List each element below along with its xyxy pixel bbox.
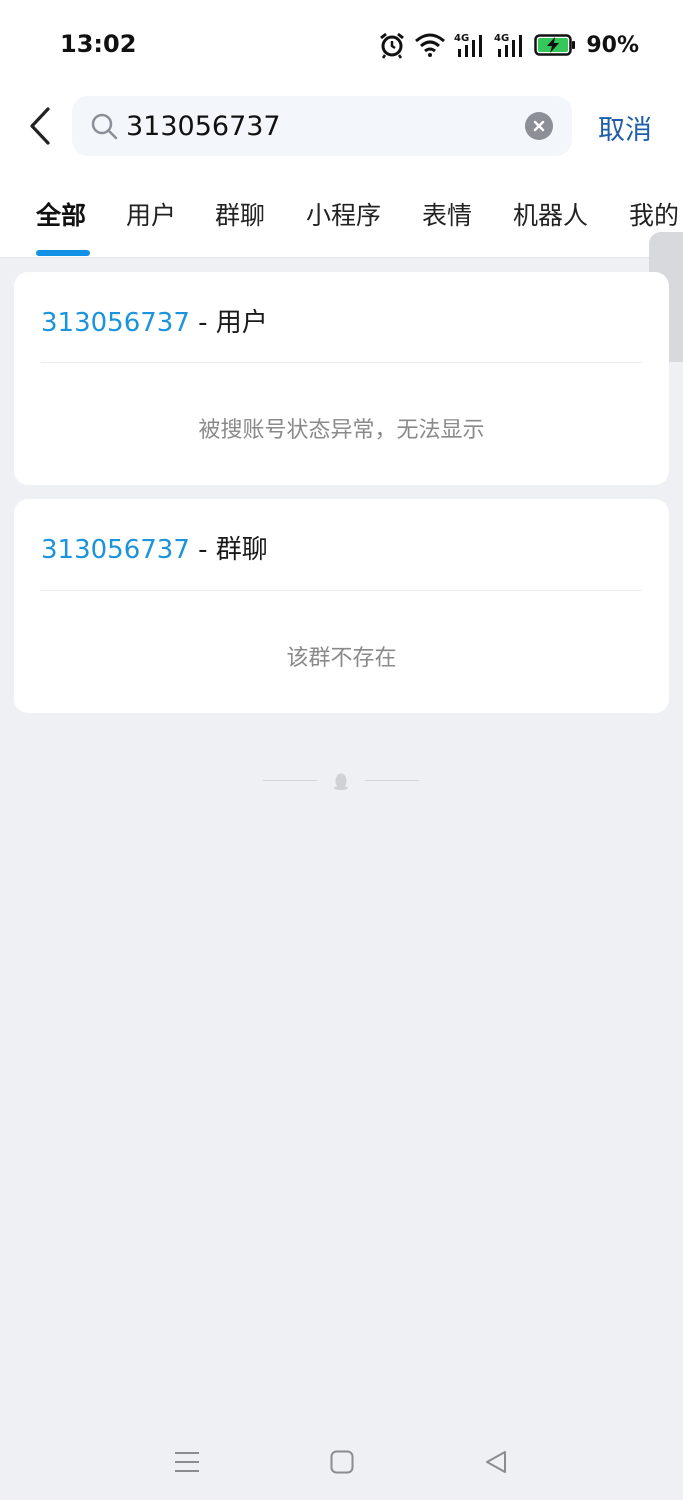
battery-percentage: 90% — [586, 32, 639, 58]
tab-mine[interactable]: 我的 — [629, 196, 679, 232]
back-button[interactable] — [20, 100, 60, 152]
status-icons: 4G 4G 90% — [378, 28, 639, 62]
signal-4g-icon: 4G — [454, 33, 483, 57]
category-tabs: 全部 用户 群聊 小程序 表情 机器人 我的 — [0, 196, 683, 240]
square-icon — [330, 1450, 354, 1474]
result-card-user: 313056737 - 用户 被搜账号状态异常，无法显示 — [14, 272, 669, 485]
triangle-back-icon — [486, 1451, 506, 1473]
home-button[interactable] — [322, 1442, 362, 1482]
svg-text:4G: 4G — [454, 33, 469, 44]
penguin-icon — [334, 773, 348, 790]
search-box[interactable] — [72, 96, 572, 156]
system-navigation-bar — [0, 1420, 683, 1500]
result-type: - 用户 — [189, 308, 268, 338]
battery-charging-icon — [534, 34, 576, 56]
chevron-left-icon — [30, 107, 50, 145]
alarm-icon — [380, 32, 405, 59]
result-id: 313056737 — [41, 308, 190, 338]
end-of-list-mark — [263, 770, 419, 792]
card-divider — [41, 590, 642, 591]
result-status-message: 该群不存在 — [286, 646, 397, 671]
result-header[interactable]: 313056737 - 群聊 — [41, 529, 268, 566]
tab-robots[interactable]: 机器人 — [513, 196, 588, 232]
tab-stickers[interactable]: 表情 — [422, 196, 472, 232]
close-icon — [533, 120, 545, 132]
tab-mini-programs[interactable]: 小程序 — [306, 196, 381, 232]
search-icon — [91, 113, 118, 140]
svg-text:4G: 4G — [494, 33, 509, 44]
card-divider — [41, 362, 642, 363]
signal-4g-icon: 4G — [494, 33, 523, 57]
status-bar: 13:02 4G 4G 90% — [0, 0, 683, 90]
result-type: - 群聊 — [189, 535, 268, 565]
status-time: 13:02 — [60, 30, 137, 58]
recent-apps-button[interactable] — [167, 1442, 207, 1482]
result-header[interactable]: 313056737 - 用户 — [41, 302, 268, 339]
back-nav-button[interactable] — [476, 1442, 516, 1482]
clear-search-button[interactable] — [525, 112, 553, 140]
result-status-message: 被搜账号状态异常，无法显示 — [198, 418, 485, 443]
result-card-group: 313056737 - 群聊 该群不存在 — [14, 499, 669, 713]
result-id: 313056737 — [41, 535, 190, 565]
tab-all[interactable]: 全部 — [36, 196, 86, 232]
search-input[interactable] — [126, 104, 516, 148]
tab-users[interactable]: 用户 — [126, 196, 176, 232]
cancel-button[interactable]: 取消 — [598, 108, 652, 147]
tab-group-chats[interactable]: 群聊 — [215, 196, 265, 232]
menu-icon — [175, 1452, 199, 1472]
wifi-icon — [415, 33, 446, 57]
active-tab-indicator — [36, 250, 90, 256]
